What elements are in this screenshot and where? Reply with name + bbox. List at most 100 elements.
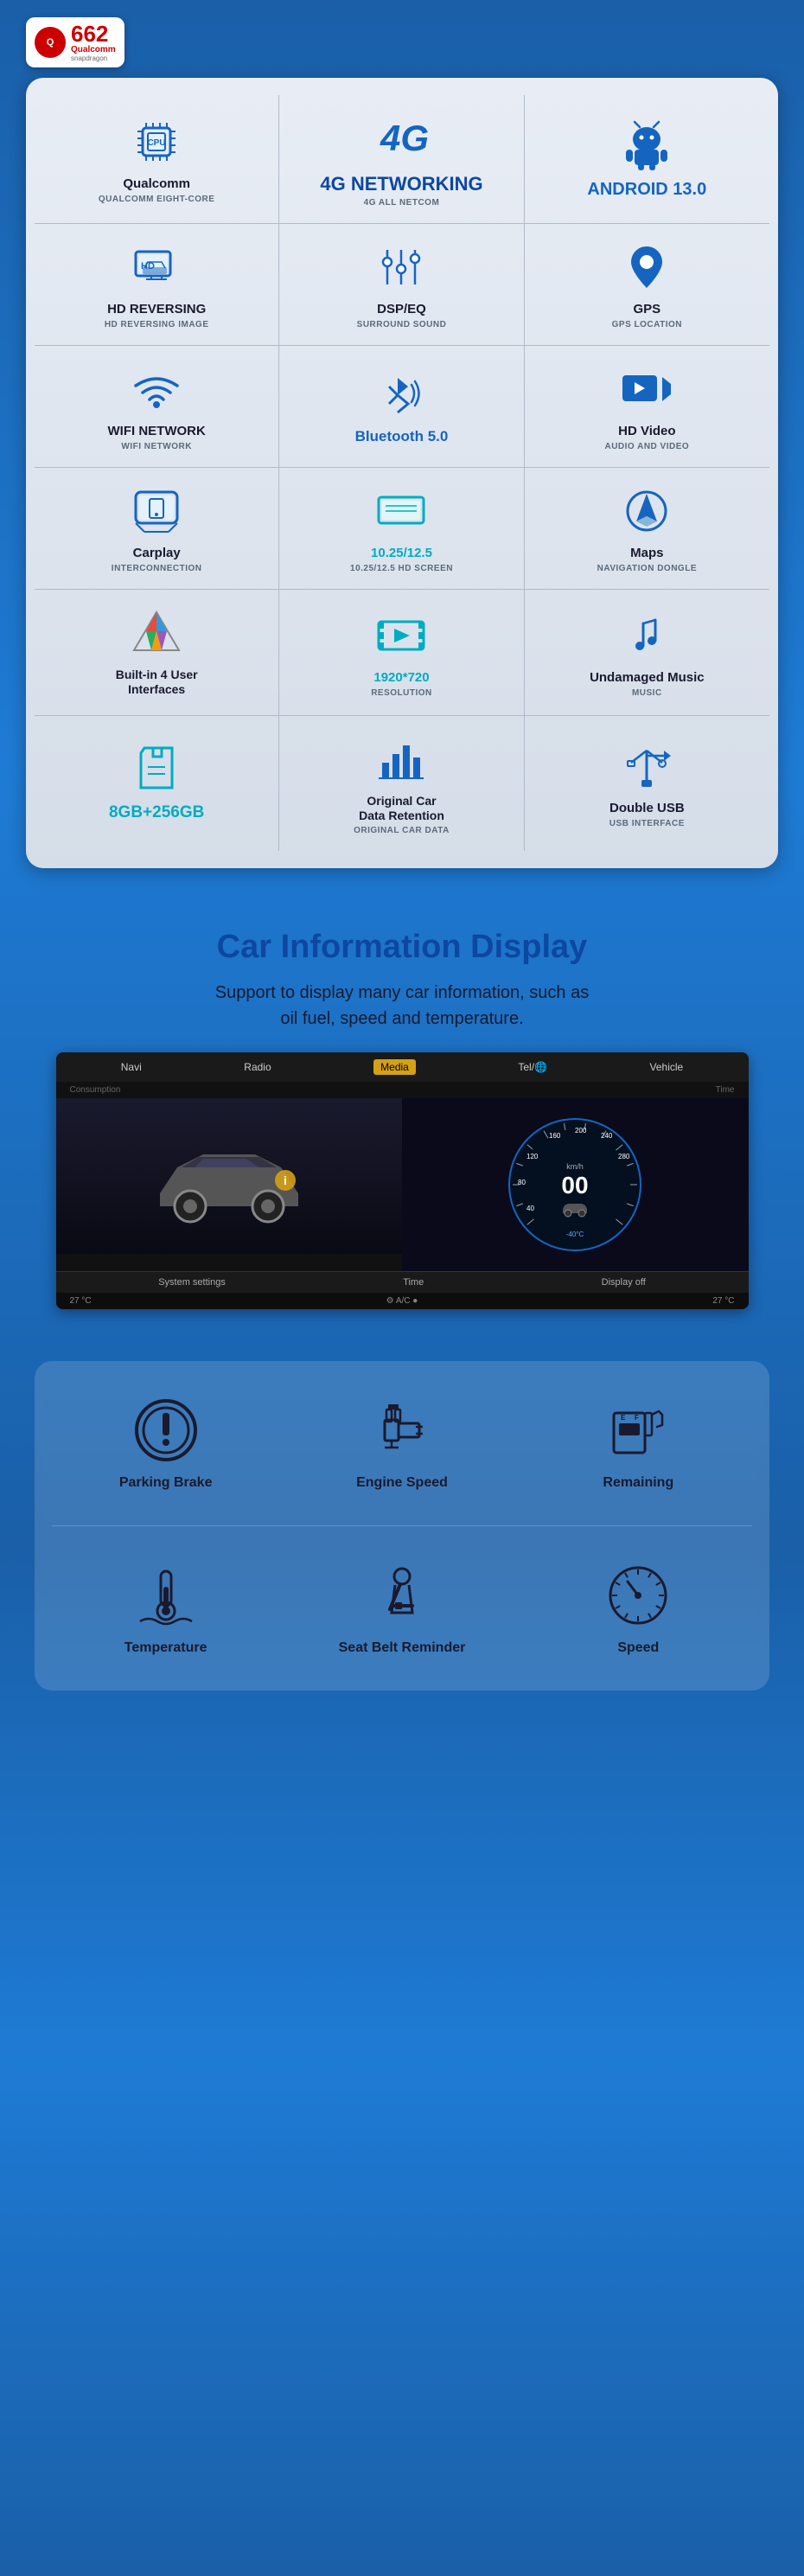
wifi-subtitle: WIFI NETWORK — [121, 442, 192, 451]
feature-dsp: DSP/EQ SURROUND SOUND — [279, 224, 524, 346]
hd-reversing-icon: HD — [129, 240, 184, 295]
screen-subtitle: 10.25/12.5 HD SCREEN — [350, 564, 453, 573]
temperature-icon — [131, 1561, 201, 1630]
usb-icon — [619, 738, 674, 794]
consumption-label: Consumption — [70, 1085, 121, 1095]
builtin-icon — [129, 605, 184, 661]
info-temperature: Temperature — [52, 1544, 279, 1673]
feature-bluetooth: Bluetooth 5.0 — [279, 346, 524, 468]
svg-text:F: F — [635, 1414, 639, 1422]
footer-settings[interactable]: System settings — [158, 1277, 226, 1288]
info-seat-belt: Seat Belt Reminder — [288, 1544, 515, 1673]
car-data-icon — [373, 732, 429, 787]
music-subtitle: MUSIC — [632, 688, 662, 698]
screen-header: Navi Radio Media Tel/🌐 Vehicle — [56, 1052, 749, 1082]
chip-brand: Qualcomm — [71, 45, 116, 54]
screen-status: 27 °C ⚙ A/C ● 27 °C — [56, 1293, 749, 1309]
music-title: Undamaged Music — [590, 670, 705, 686]
resolution-subtitle: Resolution — [371, 688, 432, 698]
car-data-subtitle: ORIGINAL CAR DATA — [354, 826, 450, 835]
maps-icon — [619, 483, 674, 539]
seat-belt-icon — [367, 1561, 437, 1630]
svg-text:200: 200 — [575, 1127, 587, 1135]
tab-radio: Radio — [244, 1061, 271, 1073]
screen-left: i — [56, 1098, 403, 1271]
footer-display[interactable]: Display off — [602, 1277, 646, 1288]
tab-navi: Navi — [121, 1061, 142, 1073]
chip-number: 662 — [71, 22, 116, 45]
speedometer-icon — [603, 1561, 673, 1630]
seat-belt-label: Seat Belt Reminder — [339, 1640, 466, 1656]
speedometer-container: 40 80 120 160 200 240 280 km/h 00 — [506, 1115, 644, 1254]
feature-wifi: WIFI NETWORK WIFI NETWORK — [35, 346, 279, 468]
4g-subtitle: 4G ALL NETCOM — [364, 198, 440, 208]
usb-subtitle: USB INTERFACE — [609, 819, 685, 828]
time-label: Time — [716, 1085, 735, 1095]
wifi-title: WIFI NETWORK — [108, 424, 206, 439]
car-data-title: Original Car Data Retention — [359, 794, 444, 823]
bluetooth-title: Bluetooth 5.0 — [355, 428, 449, 445]
feature-music: Undamaged Music MUSIC — [525, 590, 769, 716]
feature-hd-video: HD Video AUDIO AND VIDEO — [525, 346, 769, 468]
feature-builtin: Built-in 4 User Interfaces — [35, 590, 279, 716]
svg-text:E: E — [621, 1414, 626, 1422]
fuel-icon: E F — [603, 1396, 673, 1465]
feature-usb: Double USB USB INTERFACE — [525, 716, 769, 851]
speed-label: Speed — [617, 1640, 659, 1656]
hd-video-icon — [619, 361, 674, 417]
svg-text:4G: 4G — [380, 118, 429, 158]
android-icon — [619, 117, 674, 172]
info-remaining: E F Remaining — [525, 1378, 752, 1508]
4g-icon: 4G — [373, 111, 429, 166]
screen-icon — [373, 483, 429, 539]
android-title: ANDROID 13.0 — [587, 179, 706, 200]
resolution-icon — [373, 608, 429, 663]
gps-subtitle: GPS LOCATION — [612, 320, 682, 329]
hd-reversing-title: HD REVERSING — [107, 302, 206, 317]
info-icons-card: Parking Brake — [35, 1361, 769, 1691]
qualcomm-badge: Q 662 Qualcomm snapdragon — [26, 17, 124, 67]
music-icon — [619, 608, 674, 663]
feature-cpu: CPU — [35, 95, 279, 224]
screen-right: 40 80 120 160 200 240 280 km/h 00 — [402, 1098, 749, 1271]
feature-carplay: Carplay INTERCONNECTION — [35, 468, 279, 590]
qualcomm-logo-text: Q — [47, 37, 54, 48]
screen-subheader: Consumption Time — [56, 1082, 749, 1098]
screen-title: 10.25/12.5 — [371, 546, 432, 561]
hd-video-title: HD Video — [618, 424, 675, 439]
feature-screen: 10.25/12.5 10.25/12.5 HD SCREEN — [279, 468, 524, 590]
car-info-section: Car Information Display Support to displ… — [0, 894, 804, 1708]
4g-title: 4G NETWORKING — [320, 173, 482, 195]
carplay-title: Carplay — [133, 546, 181, 561]
feature-android: ANDROID 13.0 — [525, 95, 769, 224]
gps-icon — [619, 240, 674, 295]
row-divider — [52, 1525, 752, 1526]
dsp-icon — [373, 240, 429, 295]
feature-gps: GPS GPS LOCATION — [525, 224, 769, 346]
speedometer-svg: 40 80 120 160 200 240 280 km/h 00 — [506, 1115, 644, 1254]
tab-media[interactable]: Media — [373, 1059, 416, 1075]
svg-text:160: 160 — [549, 1132, 561, 1140]
bluetooth-icon — [373, 366, 429, 421]
feature-hd-reversing: HD HD REVERSING HD REVERSING IMAGE — [35, 224, 279, 346]
screen-body: i — [56, 1098, 749, 1271]
top-section: Q 662 Qualcomm snapdragon CPU — [0, 0, 804, 894]
carplay-subtitle: INTERCONNECTION — [112, 564, 202, 573]
footer-time: Time — [403, 1277, 424, 1288]
temperature-label: Temperature — [124, 1640, 207, 1656]
resolution-title: 1920*720 — [373, 670, 429, 686]
status-ac: ⚙ A/C ● — [386, 1296, 418, 1306]
status-temp-left: 27 °C — [70, 1296, 92, 1306]
wifi-icon — [129, 361, 184, 417]
chip-model: snapdragon — [71, 54, 116, 62]
hd-video-subtitle: AUDIO AND VIDEO — [604, 442, 689, 451]
cpu-icon: CPU — [129, 114, 184, 169]
feature-storage: 8GB+256GB — [35, 716, 279, 851]
svg-text:120: 120 — [526, 1153, 539, 1160]
carplay-icon — [129, 483, 184, 539]
engine-icon — [367, 1396, 437, 1465]
tab-tel: Tel/🌐 — [518, 1061, 547, 1073]
feature-resolution: 1920*720 Resolution — [279, 590, 524, 716]
screen-footer: System settings Time Display off — [56, 1271, 749, 1293]
features-card: CPU — [26, 78, 778, 868]
